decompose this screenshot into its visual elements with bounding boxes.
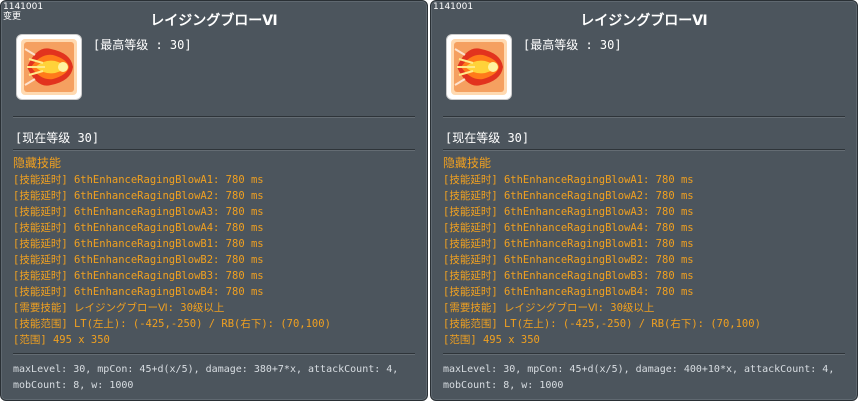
skill-details: 隐藏技能 [技能延时] 6thEnhanceRagingBlowA1: 780 …	[13, 155, 419, 348]
delay-line: [技能延时] 6thEnhanceRagingBlowB4: 780 ms	[443, 286, 694, 298]
delay-line: [技能延时] 6thEnhanceRagingBlowA4: 780 ms	[443, 222, 694, 234]
range-line: [范围] 495 x 350	[13, 334, 110, 346]
formula-line: maxLevel: 30, mpCon: 45+d(x/5), damage: …	[443, 364, 835, 375]
delay-line: [技能延时] 6thEnhanceRagingBlowA2: 780 ms	[13, 190, 264, 202]
current-level-label: [现在等级 30]	[15, 131, 100, 145]
formula-line: mobCount: 8, w: 1000	[443, 380, 564, 391]
delay-line: [技能延时] 6thEnhanceRagingBlowA1: 780 ms	[443, 174, 694, 186]
formula-line: mobCount: 8, w: 1000	[13, 380, 134, 391]
divider	[443, 116, 845, 118]
skill-title: レイジングブローⅥ	[150, 13, 278, 29]
skill-tooltip-right: 1141001 レイジングブローⅥ [最高等级 : 30] [现在等级 30] …	[430, 0, 858, 401]
max-level-label: [最高等级 : 30]	[93, 38, 192, 52]
delay-line: [技能延时] 6thEnhanceRagingBlowB2: 780 ms	[443, 254, 694, 266]
raging-blow-skill-icon	[21, 39, 77, 95]
delay-line: [技能延时] 6thEnhanceRagingBlowA3: 780 ms	[443, 206, 694, 218]
divider	[13, 353, 415, 355]
skill-range-line: [技能范围] LT(左上): (-425,-250) / RB(右下): (70…	[13, 318, 331, 330]
delay-line: [技能延时] 6thEnhanceRagingBlowB4: 780 ms	[13, 286, 264, 298]
required-skill-line: [需要技能] レイジングブローⅥ: 30级以上	[13, 302, 225, 314]
delay-line: [技能延时] 6thEnhanceRagingBlowA4: 780 ms	[13, 222, 264, 234]
skill-icon-frame	[446, 34, 512, 100]
current-level-label: [现在等级 30]	[445, 131, 530, 145]
skill-title: レイジングブローⅥ	[580, 13, 708, 29]
delay-line: [技能延时] 6thEnhanceRagingBlowB1: 780 ms	[13, 238, 264, 250]
divider	[443, 149, 845, 151]
divider	[13, 149, 415, 151]
hidden-skill-title: 隐藏技能	[443, 156, 492, 170]
hidden-skill-title: 隐藏技能	[13, 156, 62, 170]
delay-line: [技能延时] 6thEnhanceRagingBlowA2: 780 ms	[443, 190, 694, 202]
max-level-label: [最高等级 : 30]	[523, 38, 622, 52]
skill-range-line: [技能范围] LT(左上): (-425,-250) / RB(右下): (70…	[443, 318, 761, 330]
skill-tooltip-left: 1141001 变更 レイジングブローⅥ [最高等级 : 30] [现在等级 3…	[0, 0, 428, 401]
divider	[13, 116, 415, 118]
divider	[443, 353, 845, 355]
required-skill-line: [需要技能] レイジングブローⅥ: 30级以上	[443, 302, 655, 314]
skill-icon-frame	[16, 34, 82, 100]
skill-details: 隐藏技能 [技能延时] 6thEnhanceRagingBlowA1: 780 …	[443, 155, 849, 348]
delay-line: [技能延时] 6thEnhanceRagingBlowB2: 780 ms	[13, 254, 264, 266]
delay-line: [技能延时] 6thEnhanceRagingBlowA3: 780 ms	[13, 206, 264, 218]
delay-line: [技能延时] 6thEnhanceRagingBlowA1: 780 ms	[13, 174, 264, 186]
raging-blow-skill-icon	[451, 39, 507, 95]
formula-line: maxLevel: 30, mpCon: 45+d(x/5), damage: …	[13, 364, 399, 375]
skill-formula: maxLevel: 30, mpCon: 45+d(x/5), damage: …	[443, 362, 847, 394]
skill-formula: maxLevel: 30, mpCon: 45+d(x/5), damage: …	[13, 362, 417, 394]
delay-line: [技能延时] 6thEnhanceRagingBlowB3: 780 ms	[443, 270, 694, 282]
range-line: [范围] 495 x 350	[443, 334, 540, 346]
delay-line: [技能延时] 6thEnhanceRagingBlowB3: 780 ms	[13, 270, 264, 282]
delay-line: [技能延时] 6thEnhanceRagingBlowB1: 780 ms	[443, 238, 694, 250]
